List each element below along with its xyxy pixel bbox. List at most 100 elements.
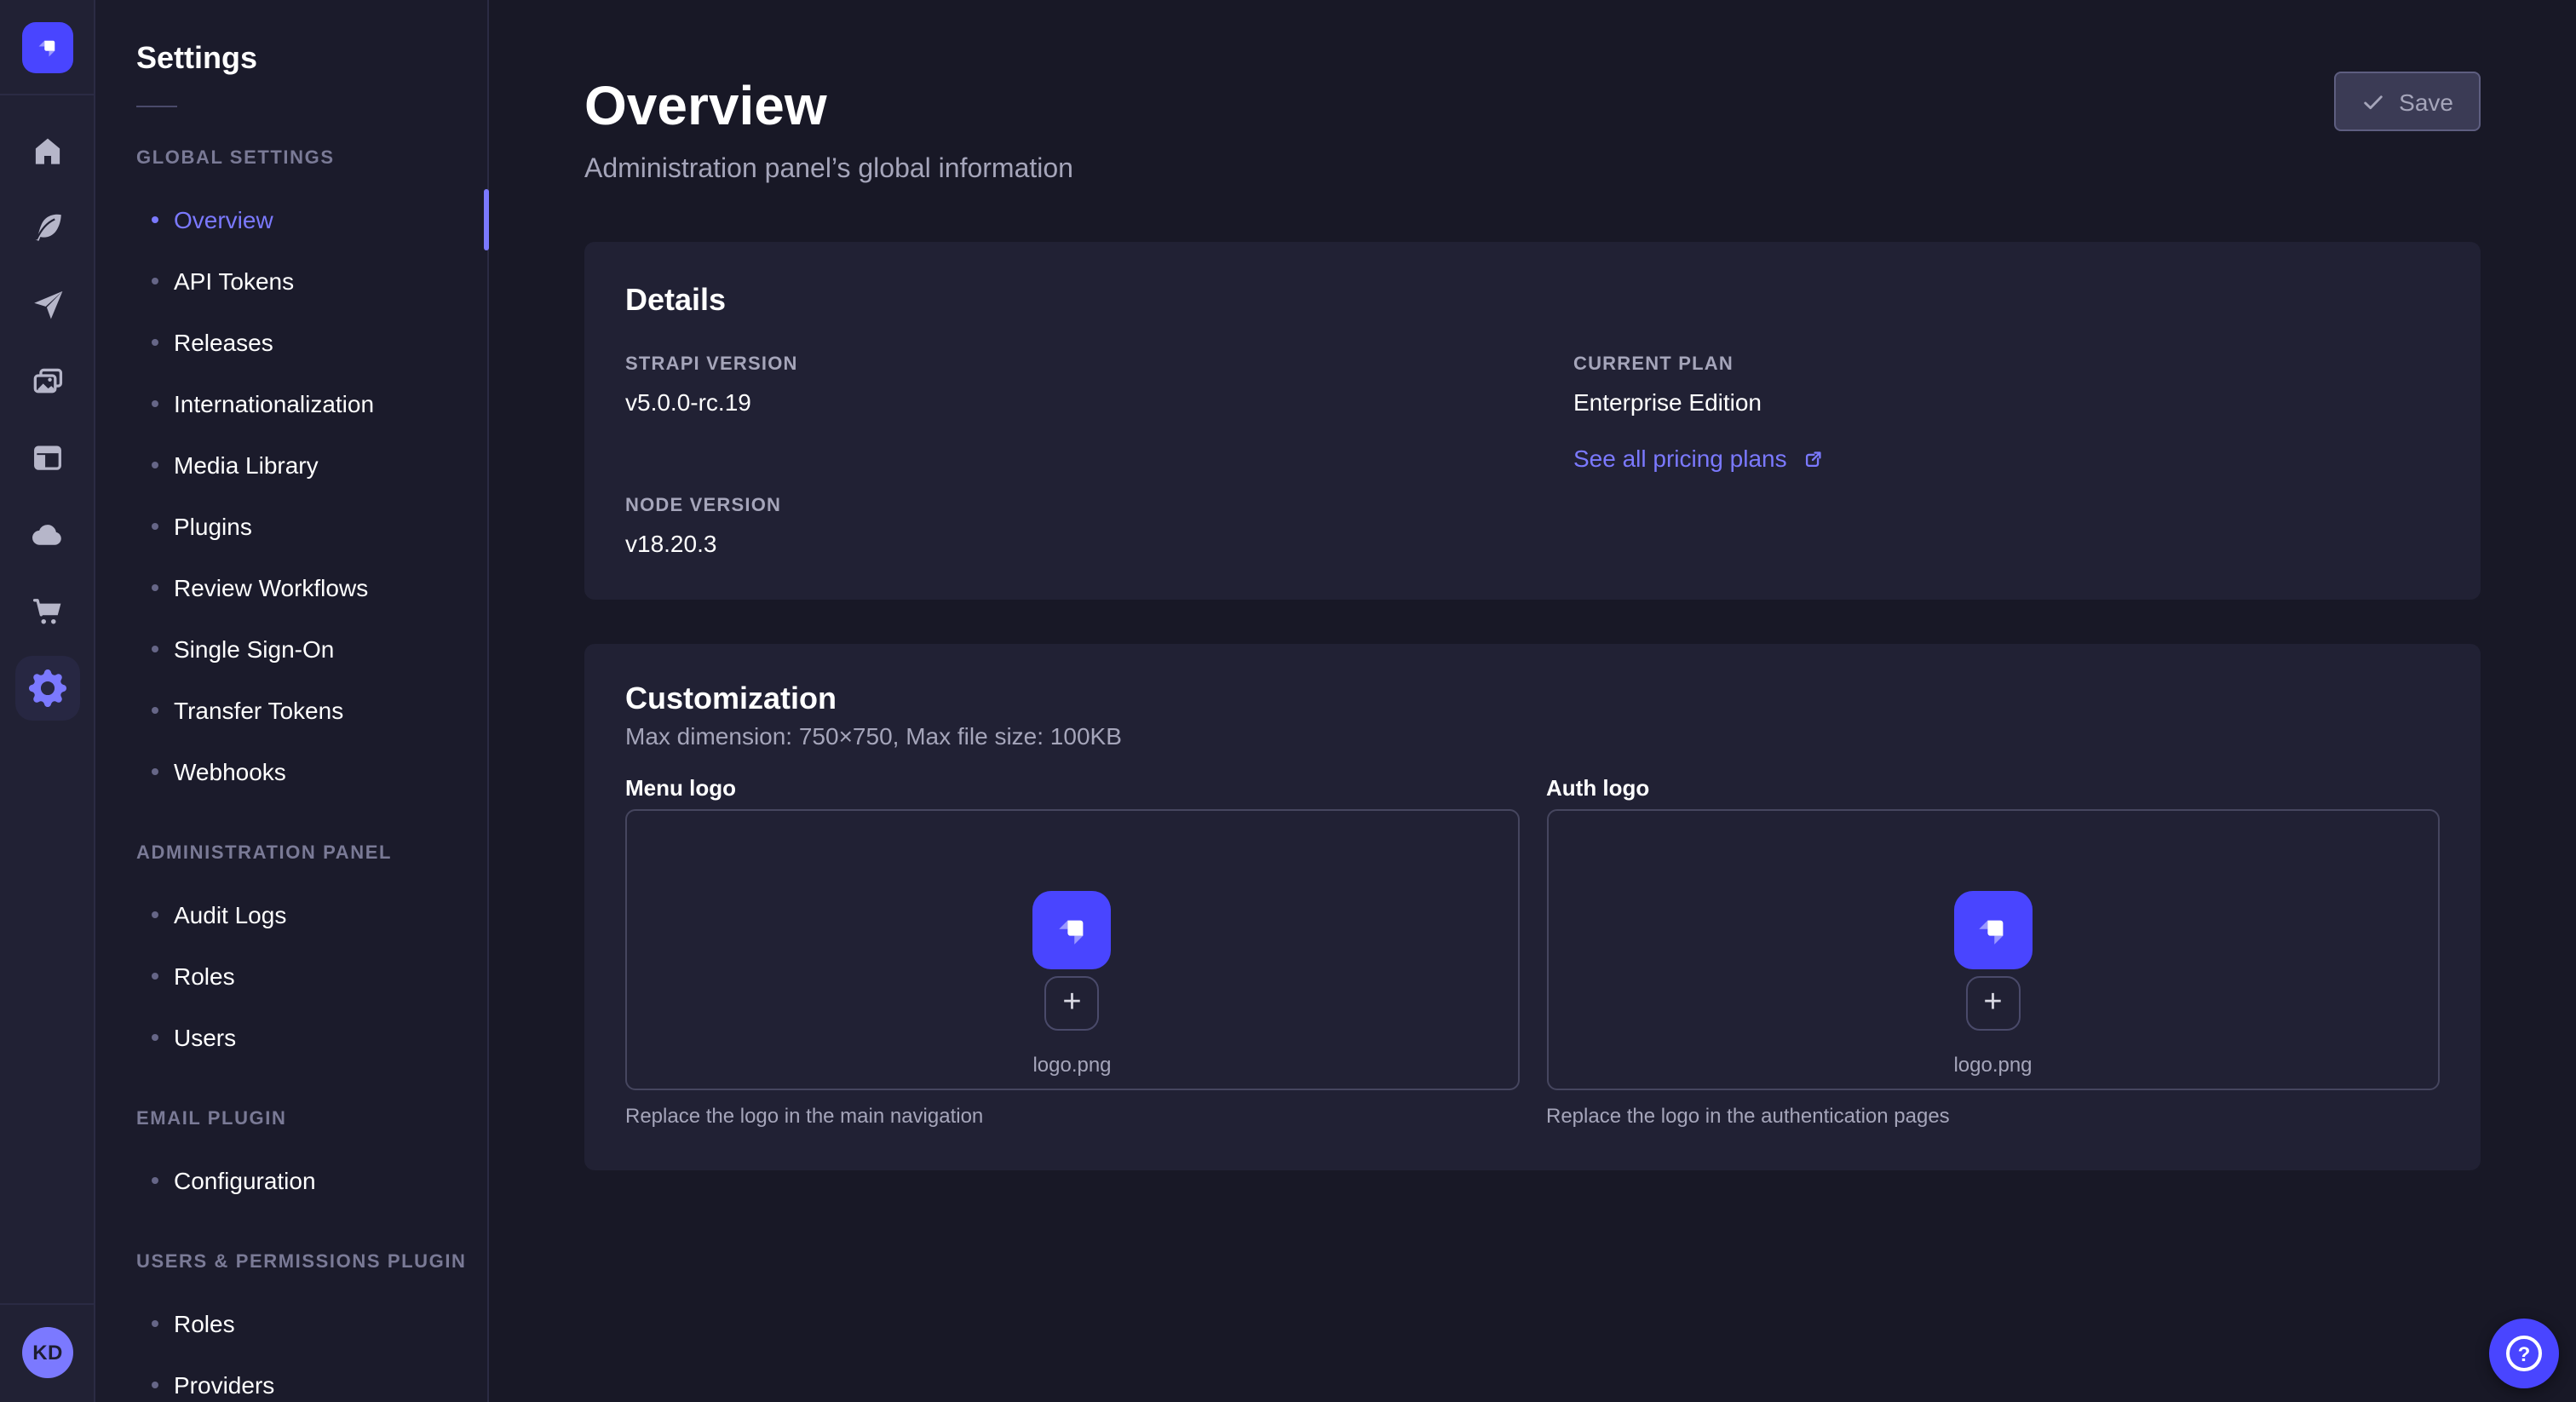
nav-item-api-tokens[interactable]: API Tokens <box>95 250 487 312</box>
node-version-field: NODE VERSION v18.20.3 <box>625 496 1492 559</box>
images-icon <box>28 363 66 400</box>
nav-item-admin-roles[interactable]: Roles <box>95 945 487 1007</box>
nav-item-media-library[interactable]: Media Library <box>95 434 487 496</box>
nav-list-users-permissions: Roles Providers <box>95 1293 487 1402</box>
bullet-icon <box>152 278 158 284</box>
nav-item-internationalization[interactable]: Internationalization <box>95 373 487 434</box>
section-label-email-plugin: EMAIL PLUGIN <box>136 1109 487 1129</box>
details-right-column: CURRENT PLAN Enterprise Edition See all … <box>1573 354 2440 559</box>
current-plan-value: Enterprise Edition <box>1573 388 2440 417</box>
bullet-icon <box>152 768 158 775</box>
pricing-plans-link[interactable]: See all pricing plans <box>1573 445 2440 474</box>
rail-item-media-library[interactable] <box>14 349 79 414</box>
rail-item-send[interactable] <box>14 273 79 337</box>
cloud-icon <box>28 516 66 554</box>
nav-list-email-plugin: Configuration <box>95 1150 487 1211</box>
strapi-logo-icon <box>1970 907 2016 953</box>
nav-item-up-roles[interactable]: Roles <box>95 1293 487 1354</box>
rail-item-home[interactable] <box>14 119 79 184</box>
section-label-administration-panel: ADMINISTRATION PANEL <box>136 843 487 864</box>
nav-item-single-sign-on[interactable]: Single Sign-On <box>95 618 487 680</box>
nav-list-administration-panel: Audit Logs Roles Users <box>95 884 487 1068</box>
rail-item-cloud[interactable] <box>14 503 79 567</box>
auth-logo-filename: logo.png <box>1953 1053 2032 1078</box>
strapi-logo-icon <box>32 32 62 63</box>
question-mark-icon: ? <box>2506 1336 2542 1371</box>
paper-plane-icon <box>28 286 66 324</box>
nav-item-email-configuration[interactable]: Configuration <box>95 1150 487 1211</box>
strapi-version-value: v5.0.0-rc.19 <box>625 388 1492 417</box>
save-button-label: Save <box>2399 88 2453 115</box>
bullet-icon <box>152 216 158 223</box>
customization-heading: Customization <box>625 681 2440 715</box>
rail-item-settings[interactable] <box>14 656 79 721</box>
rail-item-marketplace[interactable] <box>14 579 79 644</box>
current-plan-label: CURRENT PLAN <box>1573 354 2440 376</box>
question-mark-glyph: ? <box>2518 1342 2531 1365</box>
nav-item-releases[interactable]: Releases <box>95 312 487 373</box>
rail-bottom-divider <box>0 1303 95 1305</box>
menu-logo-upload-box[interactable]: + logo.png <box>625 809 1519 1090</box>
help-button[interactable]: ? <box>2489 1319 2559 1388</box>
section-label-users-permissions-plugin: USERS & PERMISSIONS PLUGIN <box>136 1252 487 1273</box>
customization-constraints: Max dimension: 750×750, Max file size: 1… <box>625 721 2440 751</box>
menu-logo-add-button[interactable]: + <box>1045 976 1100 1031</box>
page-subtitle: Administration panel’s global informatio… <box>584 153 2481 187</box>
strapi-logo-icon <box>1049 907 1095 953</box>
nav-item-transfer-tokens[interactable]: Transfer Tokens <box>95 680 487 741</box>
strapi-admin-window: KD Settings GLOBAL SETTINGS Overview API… <box>0 0 2576 1402</box>
subnav-divider <box>136 106 177 107</box>
pricing-plans-link-label: See all pricing plans <box>1573 445 1787 474</box>
workplace-logo[interactable] <box>21 22 72 73</box>
details-heading: Details <box>625 283 2440 317</box>
strapi-version-label: STRAPI VERSION <box>625 354 1492 376</box>
section-label-global-settings: GLOBAL SETTINGS <box>136 148 487 169</box>
nav-item-admin-users[interactable]: Users <box>95 1007 487 1068</box>
auth-logo-upload-box[interactable]: + logo.png <box>1546 809 2440 1090</box>
settings-subnav: Settings GLOBAL SETTINGS Overview API To… <box>95 0 489 1402</box>
bullet-icon <box>152 1382 158 1388</box>
subnav-title: Settings <box>136 41 487 77</box>
plus-icon: + <box>1062 985 1081 1018</box>
current-plan-field: CURRENT PLAN Enterprise Edition <box>1573 354 2440 417</box>
main-nav-rail: KD <box>0 0 95 1402</box>
home-icon <box>28 133 66 170</box>
nav-item-up-providers[interactable]: Providers <box>95 1354 487 1402</box>
nav-item-plugins[interactable]: Plugins <box>95 496 487 557</box>
nav-item-overview[interactable]: Overview <box>95 189 487 250</box>
strapi-version-field: STRAPI VERSION v5.0.0-rc.19 <box>625 354 1492 417</box>
nav-item-webhooks[interactable]: Webhooks <box>95 741 487 802</box>
save-button[interactable]: Save <box>2334 72 2481 131</box>
user-avatar[interactable]: KD <box>22 1327 73 1378</box>
bullet-icon <box>152 1320 158 1327</box>
menu-logo-label: Menu logo <box>625 775 1519 801</box>
rail-divider <box>0 94 95 95</box>
gear-icon <box>28 669 66 707</box>
auth-logo-block: Auth logo + logo.png <box>1546 775 2440 1129</box>
bullet-icon <box>152 707 158 714</box>
customization-card: Customization Max dimension: 750×750, Ma… <box>584 644 2481 1170</box>
plus-icon: + <box>1983 985 2002 1018</box>
details-left-column: STRAPI VERSION v5.0.0-rc.19 NODE VERSION… <box>625 354 1492 559</box>
nav-item-audit-logs[interactable]: Audit Logs <box>95 884 487 945</box>
menu-logo-caption: Replace the logo in the main navigation <box>625 1104 1519 1129</box>
bullet-icon <box>152 911 158 918</box>
rail-item-content-feather[interactable] <box>14 196 79 261</box>
avatar-initials: KD <box>32 1341 62 1365</box>
nav-list-global-settings: Overview API Tokens Releases Internation… <box>95 189 487 802</box>
rail-item-layout[interactable] <box>14 426 79 491</box>
bullet-icon <box>152 523 158 530</box>
external-link-icon <box>1801 447 1825 471</box>
auth-logo-caption: Replace the logo in the authentication p… <box>1546 1104 2440 1129</box>
check-icon <box>2361 89 2385 113</box>
bullet-icon <box>152 646 158 652</box>
bullet-icon <box>152 1034 158 1041</box>
nav-item-review-workflows[interactable]: Review Workflows <box>95 557 487 618</box>
cart-icon <box>28 593 66 630</box>
bullet-icon <box>152 400 158 407</box>
layout-window-icon <box>28 440 66 477</box>
bullet-icon <box>152 973 158 980</box>
node-version-label: NODE VERSION <box>625 496 1492 518</box>
auth-logo-add-button[interactable]: + <box>1966 976 2021 1031</box>
menu-logo-block: Menu logo + logo.png <box>625 775 1519 1129</box>
